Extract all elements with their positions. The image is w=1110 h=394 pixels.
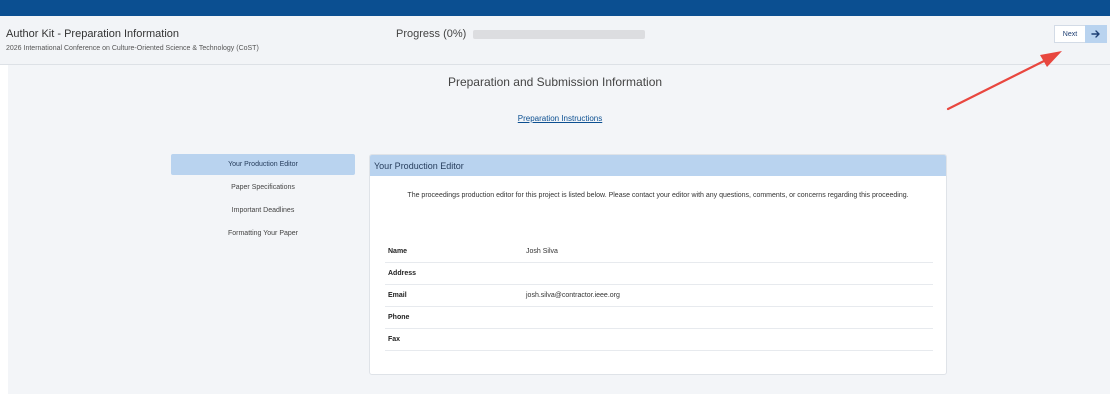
nav-item-formatting-your-paper[interactable]: Formatting Your Paper [171,223,355,244]
info-row-phone: Phone [385,307,933,329]
nav-item-production-editor[interactable]: Your Production Editor [171,154,355,175]
info-row-email: Email josh.silva@contractor.ieee.org [385,285,933,307]
nav-item-paper-specifications[interactable]: Paper Specifications [171,177,355,198]
arrow-right-icon[interactable] [1085,25,1107,43]
info-row-fax: Fax [385,329,933,351]
preparation-instructions-link[interactable]: Preparation Instructions [0,114,1110,123]
next-button[interactable]: Next [1054,25,1085,43]
info-row-name: Name Josh Silva [385,241,933,263]
progress-bar [473,30,645,39]
row-label: Name [388,248,408,255]
page-title: Author Kit - Preparation Information [6,28,180,40]
panel-title: Your Production Editor [370,155,946,176]
row-value: Josh Silva [526,248,558,255]
top-brand-bar [0,0,1110,16]
next-control[interactable]: Next [1054,25,1107,43]
panel-description: The proceedings production editor for th… [407,192,909,199]
info-row-address: Address [385,263,933,285]
row-label: Email [388,292,407,299]
header: Author Kit - Preparation Information 202… [0,16,1110,65]
row-label: Phone [388,314,410,321]
editor-info-table: Name Josh Silva Address Email josh.silva… [385,241,933,351]
progress-label: Progress (0%) [396,28,467,40]
production-editor-panel: Your Production Editor The proceedings p… [369,154,947,375]
section-nav: Your Production Editor Paper Specificati… [171,154,355,246]
section-title: Preparation and Submission Information [447,75,663,89]
conference-name: 2026 International Conference on Culture… [6,45,259,52]
nav-item-important-deadlines[interactable]: Important Deadlines [171,200,355,221]
row-value[interactable]: josh.silva@contractor.ieee.org [526,292,620,299]
row-label: Address [388,270,417,277]
row-label: Fax [388,336,401,343]
